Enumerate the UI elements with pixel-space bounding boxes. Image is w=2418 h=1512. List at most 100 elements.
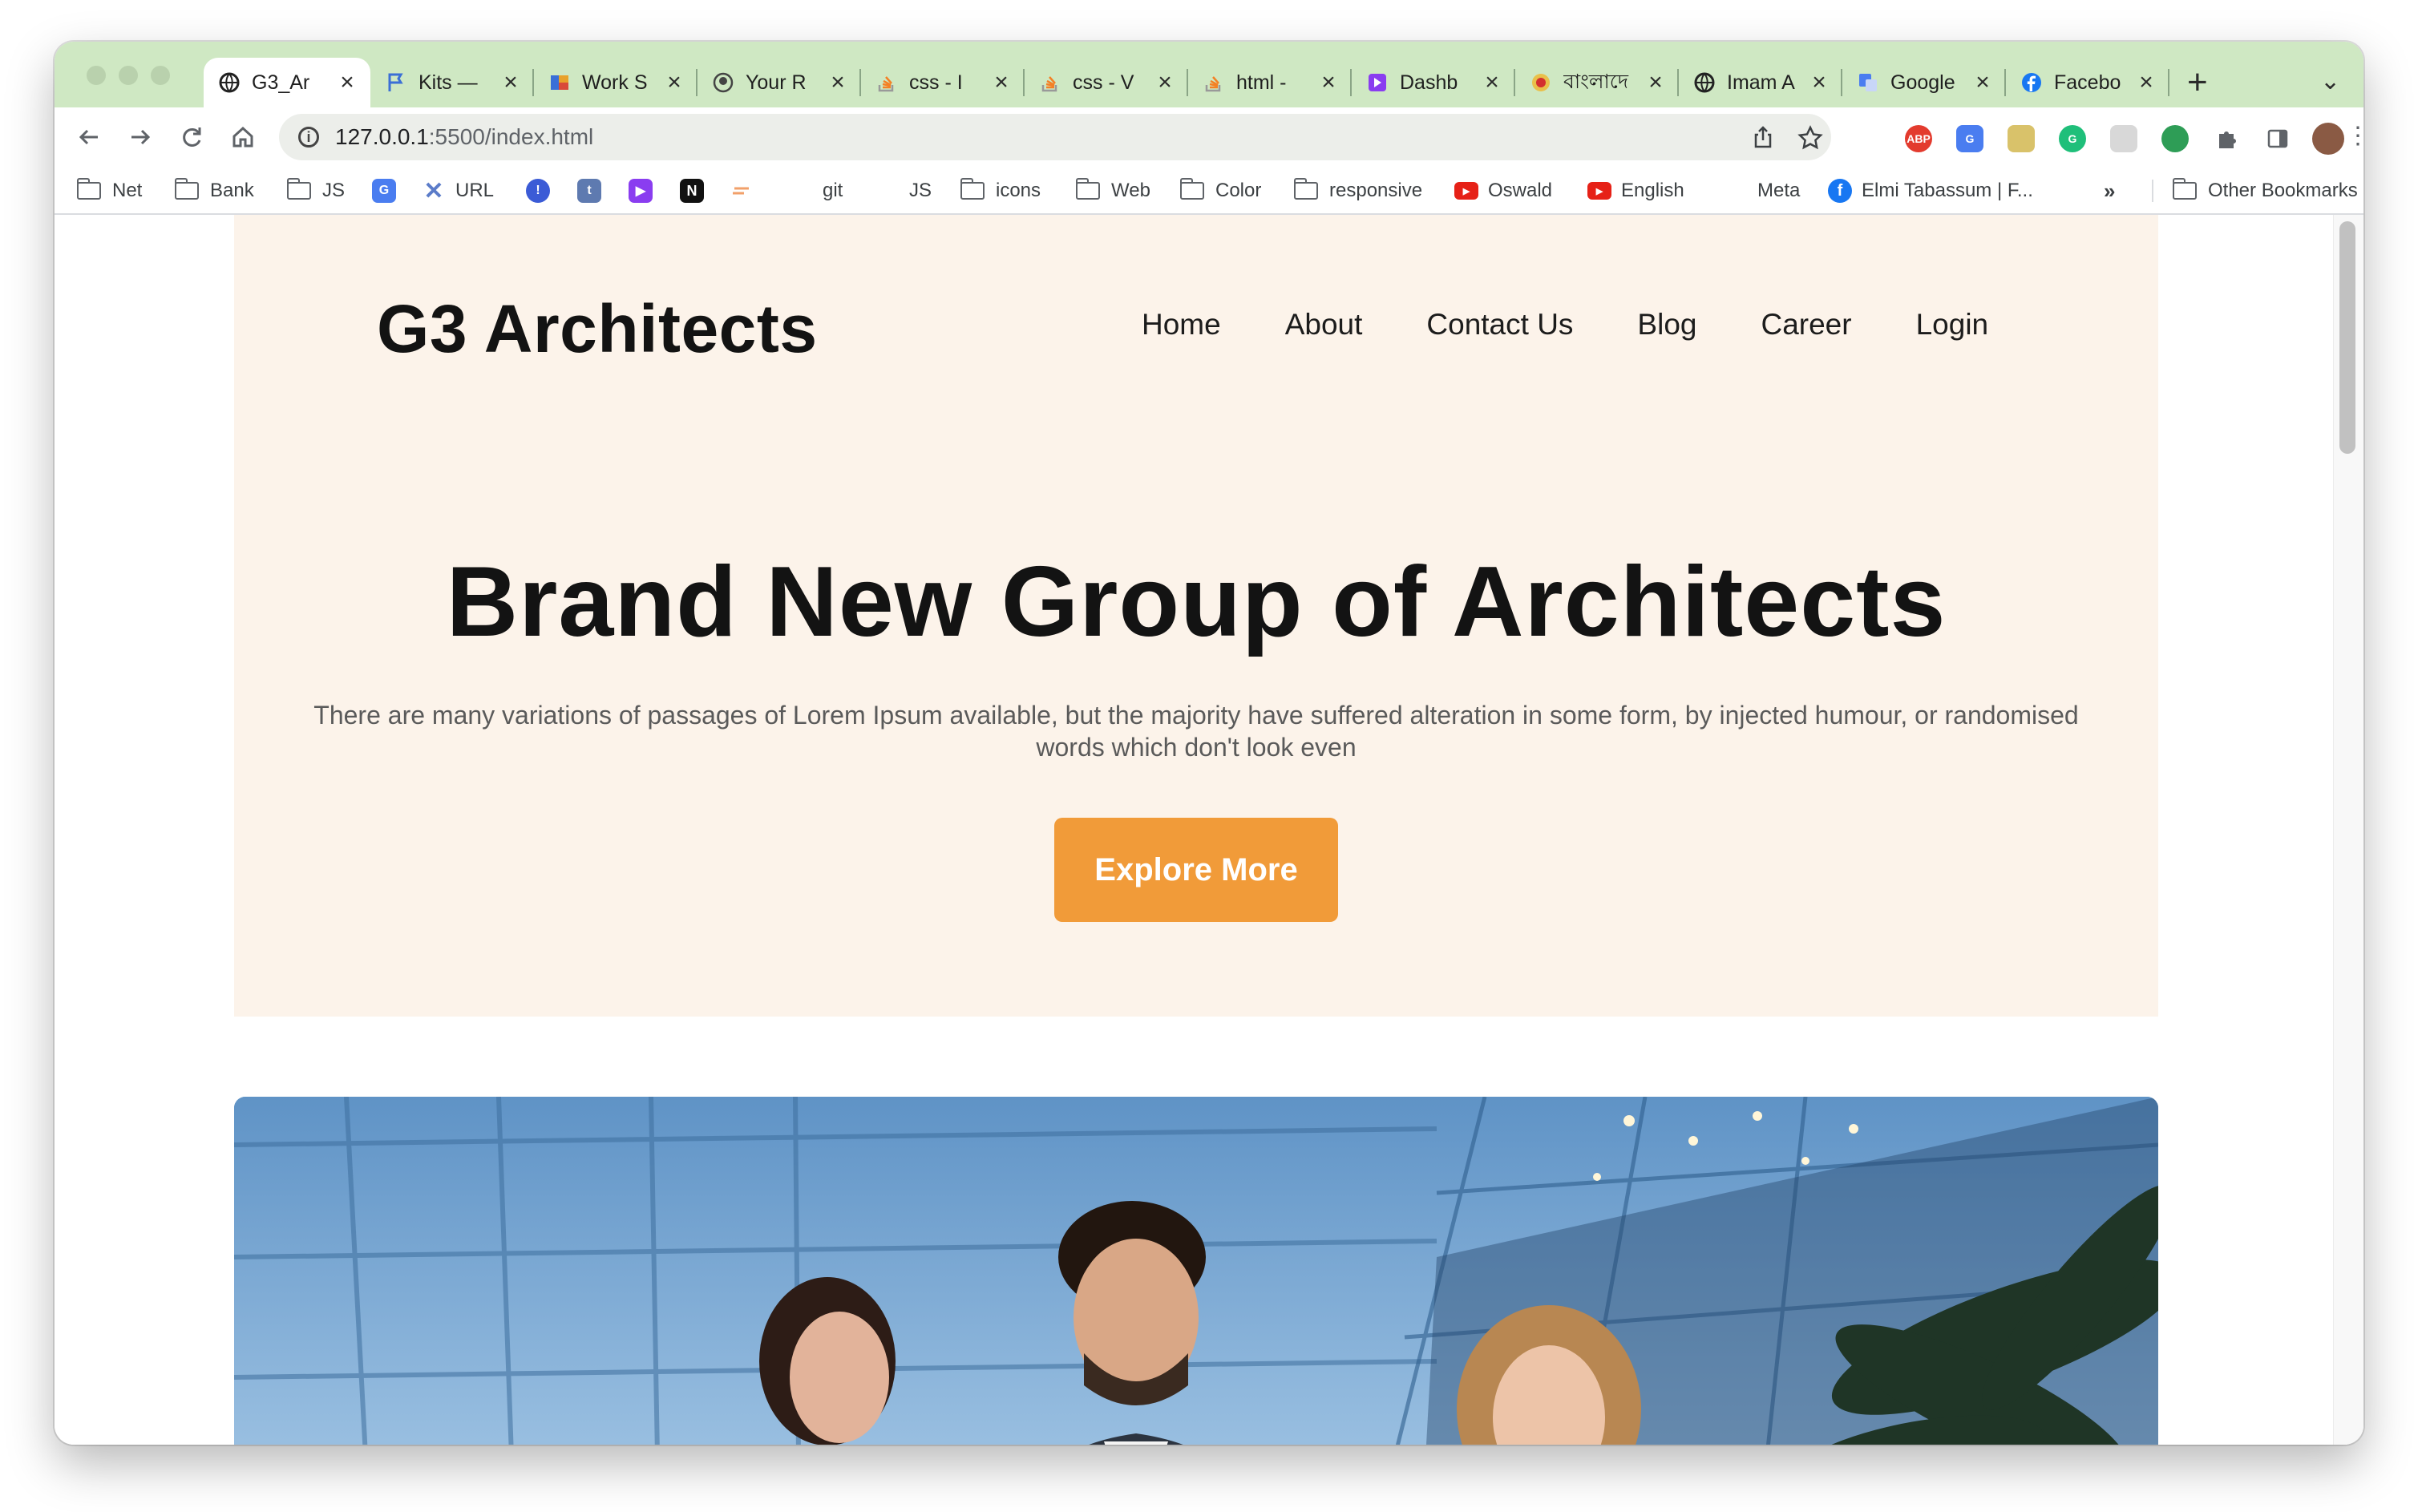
nav-home[interactable]: Home: [1142, 308, 1221, 342]
dashboard-icon: [1366, 71, 1389, 94]
close-tab-icon[interactable]: ×: [1809, 69, 1830, 96]
close-tab-icon[interactable]: ×: [1154, 69, 1175, 96]
scrollbar-thumb[interactable]: [2339, 221, 2355, 454]
bookmark-git[interactable]: git: [823, 176, 843, 205]
tab-strip: G3_Ar × Kits — × Work S × Your R × css -…: [55, 42, 2363, 107]
nav-about[interactable]: About: [1285, 308, 1363, 342]
bookmark-tumblr[interactable]: t: [577, 176, 611, 205]
youtube-icon: ▶: [1587, 182, 1611, 200]
site-nav: Home About Contact Us Blog Career Login: [1142, 308, 2052, 342]
tab-10[interactable]: Google ×: [1842, 58, 2006, 107]
close-tab-icon[interactable]: ×: [500, 69, 521, 96]
tab-2[interactable]: Work S ×: [534, 58, 698, 107]
bookmark-meta[interactable]: Meta: [1757, 176, 1800, 205]
notes-ext-icon[interactable]: [2008, 125, 2035, 152]
youtube-icon: ▶: [1454, 182, 1478, 200]
tab-11[interactable]: Facebo ×: [2006, 58, 2169, 107]
tab-search-button[interactable]: ⌄: [2320, 67, 2340, 95]
home-button[interactable]: [229, 123, 257, 156]
profile-avatar[interactable]: [2312, 123, 2344, 155]
tumblr-icon: t: [577, 179, 601, 203]
bookmark-oswald[interactable]: ▶ Oswald: [1454, 176, 1552, 205]
tab-title: css - V: [1073, 71, 1134, 94]
bookmark-folder-icons[interactable]: icons: [960, 176, 1041, 205]
site-logo[interactable]: G3 Architects: [377, 290, 818, 368]
bookmark-app-purple[interactable]: ▶: [629, 176, 662, 205]
close-tab-icon[interactable]: ×: [337, 69, 358, 96]
minimize-window-button[interactable]: [119, 66, 138, 85]
browser-menu-icon[interactable]: ⋮: [2346, 122, 2363, 151]
bookmark-notion[interactable]: N: [680, 176, 714, 205]
close-tab-icon[interactable]: ×: [827, 69, 848, 96]
bookmark-js[interactable]: JS: [909, 176, 932, 205]
tab-9[interactable]: Imam A ×: [1679, 58, 1842, 107]
tab-1[interactable]: Kits — ×: [370, 58, 534, 107]
tab-5[interactable]: css - V ×: [1025, 58, 1188, 107]
tab-title: Kits —: [418, 71, 478, 94]
site-info-icon[interactable]: i: [298, 127, 319, 148]
forward-button[interactable]: [127, 123, 154, 156]
close-tab-icon[interactable]: ×: [1318, 69, 1339, 96]
tab-4[interactable]: css - I ×: [861, 58, 1025, 107]
bookmark-star-icon[interactable]: [1797, 125, 1823, 157]
grammarly-icon[interactable]: G: [2059, 125, 2086, 152]
tab-7[interactable]: Dashb ×: [1352, 58, 1515, 107]
bookmark-folder-web[interactable]: Web: [1075, 176, 1150, 205]
tab-3[interactable]: Your R ×: [698, 58, 861, 107]
translate-icon: G: [372, 179, 396, 203]
address-bar[interactable]: i 127.0.0.1:5500/index.html: [279, 114, 1831, 160]
bookmark-folder-responsive[interactable]: responsive: [1293, 176, 1422, 205]
bookmark-english[interactable]: ▶ English: [1587, 176, 1684, 205]
explore-more-button[interactable]: Explore More: [1054, 818, 1338, 922]
close-tab-icon[interactable]: ×: [1972, 69, 1993, 96]
new-tab-button[interactable]: +: [2187, 63, 2208, 103]
back-button[interactable]: [75, 123, 103, 156]
extensions-puzzle-icon[interactable]: [2213, 125, 2240, 152]
nav-blog[interactable]: Blog: [1637, 308, 1696, 342]
globe-icon: [218, 71, 241, 94]
tab-0[interactable]: G3_Ar ×: [204, 58, 370, 107]
tab-title: বাংলাদে: [1563, 70, 1628, 93]
close-tab-icon[interactable]: ×: [1645, 69, 1666, 96]
bookmarks-overflow-button[interactable]: »: [2104, 176, 2115, 205]
bd-icon: [1530, 71, 1552, 94]
nav-contact-us[interactable]: Contact Us: [1426, 308, 1573, 342]
adblock-icon[interactable]: ABP: [1905, 125, 1932, 152]
tab-title: Work S: [582, 71, 648, 94]
close-tab-icon[interactable]: ×: [1482, 69, 1502, 96]
bookmark-facebook[interactable]: f Elmi Tabassum | F...: [1828, 176, 2033, 205]
bookmark-translate[interactable]: G: [372, 176, 406, 205]
bookmark-folder-color[interactable]: Color: [1179, 176, 1261, 205]
bookmark-folder-js[interactable]: JS: [286, 176, 345, 205]
play-icon: ▶: [629, 179, 653, 203]
grid-ext-icon[interactable]: [2110, 125, 2137, 152]
reload-button[interactable]: [178, 123, 205, 156]
bookmark-folder-bank[interactable]: Bank: [174, 176, 254, 205]
nav-login[interactable]: Login: [1916, 308, 1989, 342]
tab-8[interactable]: বাংলাদে ×: [1515, 58, 1679, 107]
github-icon: [712, 71, 734, 94]
translate-ext-icon[interactable]: G: [1956, 125, 1983, 152]
bookmark-url[interactable]: ✕ URL: [422, 176, 494, 205]
close-tab-icon[interactable]: ×: [991, 69, 1012, 96]
bookmark-app-line[interactable]: [730, 176, 763, 205]
web-page: G3 Architects Home About Contact Us Blog…: [234, 215, 2158, 1445]
close-tab-icon[interactable]: ×: [664, 69, 685, 96]
side-panel-icon[interactable]: [2264, 125, 2291, 152]
close-window-button[interactable]: [87, 66, 106, 85]
hero-team-photo: [234, 1097, 2158, 1445]
close-tab-icon[interactable]: ×: [2136, 69, 2157, 96]
bookmarks-divider: [2152, 180, 2153, 202]
bookmark-folder-net[interactable]: Net: [76, 176, 142, 205]
other-bookmarks-folder[interactable]: Other Bookmarks: [2172, 176, 2358, 205]
share-icon[interactable]: [1751, 125, 1775, 156]
tab-6[interactable]: html - ×: [1188, 58, 1352, 107]
android-ext-icon[interactable]: [2161, 125, 2189, 152]
nav-career[interactable]: Career: [1761, 308, 1851, 342]
tab-title: Imam A: [1727, 71, 1795, 94]
stackoverflow-icon: [1039, 71, 1061, 94]
bookmark-app-blue[interactable]: !: [526, 176, 560, 205]
folder-icon: [286, 178, 311, 200]
zoom-window-button[interactable]: [151, 66, 170, 85]
app-blue-icon: !: [526, 179, 550, 203]
